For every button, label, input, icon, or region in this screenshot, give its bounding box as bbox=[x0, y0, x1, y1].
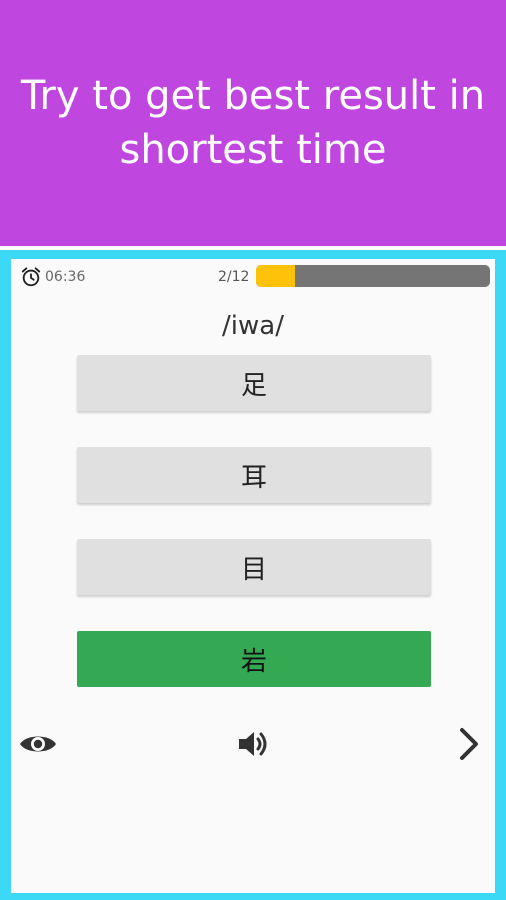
answer-option-1[interactable]: 足 bbox=[77, 355, 431, 411]
banner-divider bbox=[0, 246, 506, 248]
answer-option-3[interactable]: 目 bbox=[77, 539, 431, 595]
alarm-clock-icon bbox=[21, 267, 41, 287]
banner-headline: Try to get best result in shortest time bbox=[20, 73, 486, 173]
question-counter: 2/12 bbox=[218, 269, 250, 285]
answer-option-label: 足 bbox=[240, 370, 267, 401]
progress-bar bbox=[256, 265, 490, 287]
timer: 06:36 bbox=[20, 266, 85, 288]
progress-fill bbox=[256, 265, 295, 287]
answer-option-4-correct[interactable]: 岩 bbox=[77, 631, 431, 687]
answer-option-label: 耳 bbox=[240, 462, 267, 493]
speaker-icon[interactable] bbox=[236, 728, 272, 760]
chevron-right-icon[interactable] bbox=[454, 726, 484, 762]
timer-value: 06:36 bbox=[45, 269, 86, 285]
eye-icon[interactable] bbox=[18, 728, 58, 760]
promo-banner: Try to get best result in shortest time bbox=[0, 0, 506, 246]
answer-option-label: 目 bbox=[240, 554, 267, 585]
answer-option-2[interactable]: 耳 bbox=[77, 447, 431, 503]
quiz-word: /iwa/ bbox=[222, 311, 284, 341]
answer-option-label: 岩 bbox=[240, 646, 267, 677]
